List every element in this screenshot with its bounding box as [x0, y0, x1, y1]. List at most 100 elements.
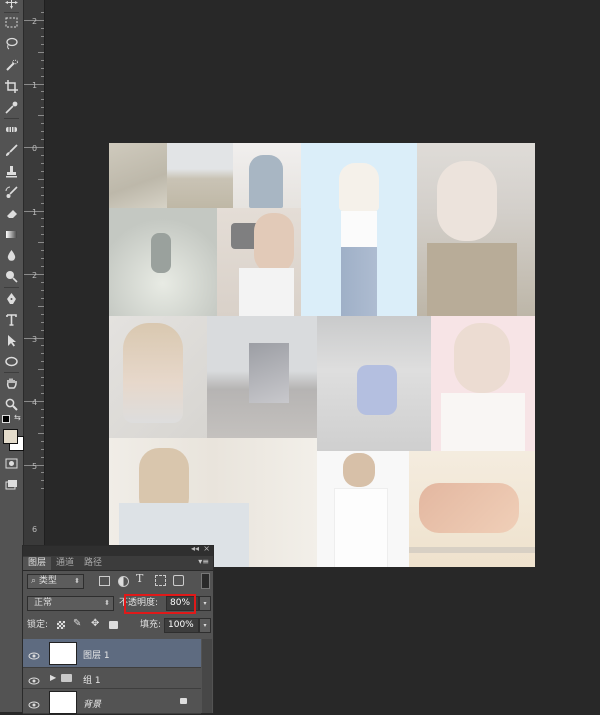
fill-value: 100%: [168, 620, 194, 630]
layer-row[interactable]: ▶ 组 1: [23, 668, 201, 689]
filter-pixel-icon[interactable]: [99, 576, 110, 586]
swap-colors-icon[interactable]: ⇆: [14, 413, 21, 422]
type-icon[interactable]: [3, 311, 20, 328]
blur-icon[interactable]: [3, 247, 20, 264]
ruler-tick: [41, 75, 44, 77]
quick-mask-icon[interactable]: [3, 455, 20, 472]
lock-image-icon[interactable]: ✎: [73, 618, 81, 629]
filter-kind-select[interactable]: ⌕ 类型 ⬍: [27, 574, 84, 589]
ruler-tick: [41, 59, 44, 61]
document-canvas[interactable]: [109, 143, 535, 567]
photo-figure: [409, 547, 535, 553]
lock-all-icon[interactable]: [109, 621, 118, 629]
visibility-eye-icon[interactable]: [28, 696, 40, 709]
photo-figure: [357, 365, 397, 415]
ruler-tick: [41, 12, 44, 14]
ruler-number: 1: [32, 207, 38, 217]
screen-mode-icon[interactable]: [3, 477, 20, 494]
filter-smart-object-icon[interactable]: [173, 575, 184, 586]
panel-menu-icon[interactable]: ▾≡: [198, 557, 209, 566]
lasso-icon[interactable]: [3, 35, 20, 52]
filter-adjustment-icon[interactable]: [118, 576, 129, 587]
ruler-tick: [41, 162, 44, 164]
ruler-tick: [41, 416, 44, 418]
ruler-tick: [41, 448, 44, 450]
quick-select-icon[interactable]: [3, 57, 20, 74]
filter-shape-icon[interactable]: [155, 575, 166, 586]
opacity-dropdown-button[interactable]: ▾: [199, 596, 211, 611]
tab-channels[interactable]: 通道: [51, 557, 79, 570]
lock-icon: [180, 698, 187, 704]
layer-thumbnail: [49, 642, 77, 665]
hand-icon[interactable]: [3, 375, 20, 392]
close-panel-icon[interactable]: ×: [203, 544, 210, 553]
ruler-tick: [41, 186, 44, 188]
move-icon[interactable]: [3, 0, 20, 11]
chevron-down-icon: ⬍: [74, 577, 80, 585]
panel-titlebar[interactable]: ◂◂ ×: [23, 544, 213, 556]
fill-field[interactable]: 100%: [164, 618, 199, 633]
ruler-tick: [41, 345, 44, 347]
eraser-icon[interactable]: [3, 205, 20, 222]
layer-name[interactable]: 图层 1: [83, 648, 110, 661]
filter-toggle[interactable]: [201, 573, 210, 589]
photo-figure: [343, 453, 375, 487]
ellipse-shape-icon[interactable]: [3, 353, 20, 370]
search-icon: ⌕: [31, 576, 37, 586]
crop-icon[interactable]: [3, 78, 20, 95]
brush-icon[interactable]: [3, 142, 20, 159]
layer-name[interactable]: 背景: [83, 697, 101, 710]
tab-paths[interactable]: 路径: [79, 557, 107, 570]
layer-row[interactable]: 背景: [23, 689, 201, 714]
ruler-tick: [41, 170, 44, 172]
photo-figure: [254, 213, 294, 273]
filter-kind-value: 类型: [38, 576, 57, 586]
ruler-number: 5: [32, 461, 38, 471]
ruler-tick: [41, 67, 44, 69]
pen-icon[interactable]: [3, 290, 20, 307]
photo-figure: [341, 211, 377, 247]
dodge-icon[interactable]: [3, 268, 20, 285]
path-select-icon[interactable]: [3, 332, 20, 349]
eyedropper-icon[interactable]: [3, 99, 20, 116]
lock-transparent-icon[interactable]: [57, 621, 65, 629]
ruler-tick: [41, 27, 44, 29]
ruler-number: 2: [32, 271, 38, 280]
ruler-tick: [38, 115, 44, 117]
gradient-icon[interactable]: [3, 226, 20, 243]
layer-name[interactable]: 组 1: [83, 673, 101, 686]
expand-arrow-icon[interactable]: ▶: [50, 673, 56, 682]
healing-brush-icon[interactable]: [3, 121, 20, 138]
blend-mode-select[interactable]: 正常 ⬍: [27, 596, 114, 611]
marquee-icon[interactable]: [3, 14, 20, 31]
zoom-icon[interactable]: [3, 396, 20, 413]
lock-position-icon[interactable]: ✥: [91, 618, 99, 629]
fill-dropdown-button[interactable]: ▾: [199, 618, 211, 633]
layer-row[interactable]: 图层 1: [23, 639, 201, 668]
ruler-tick: [41, 258, 44, 260]
clone-stamp-icon[interactable]: [3, 163, 20, 180]
ruler-tick: [41, 139, 44, 141]
filter-type-icon[interactable]: T: [136, 572, 143, 585]
ruler-tick: [41, 424, 44, 426]
tab-layers[interactable]: 图层: [23, 557, 52, 570]
photo-figure: [341, 247, 377, 316]
photo-tile: [167, 143, 233, 208]
ruler-tick: [41, 194, 44, 196]
photo-figure: [249, 155, 283, 208]
ruler-tick: [41, 35, 44, 37]
collapse-panel-icon[interactable]: ◂◂: [191, 544, 199, 553]
foreground-color-swatch[interactable]: [3, 429, 18, 444]
ruler-tick: [41, 480, 44, 482]
default-colors-icon[interactable]: [2, 415, 10, 423]
ruler-tick: [41, 131, 44, 133]
ruler-tick: [41, 313, 44, 315]
ruler-number: 6: [32, 525, 38, 534]
visibility-eye-icon[interactable]: [28, 672, 40, 685]
ruler-tick: [38, 432, 44, 434]
ruler-tick: [38, 242, 44, 244]
history-brush-icon[interactable]: [3, 184, 20, 201]
visibility-eye-icon[interactable]: [28, 647, 40, 660]
layers-scrollbar[interactable]: [202, 639, 212, 713]
photo-figure: [239, 268, 294, 316]
